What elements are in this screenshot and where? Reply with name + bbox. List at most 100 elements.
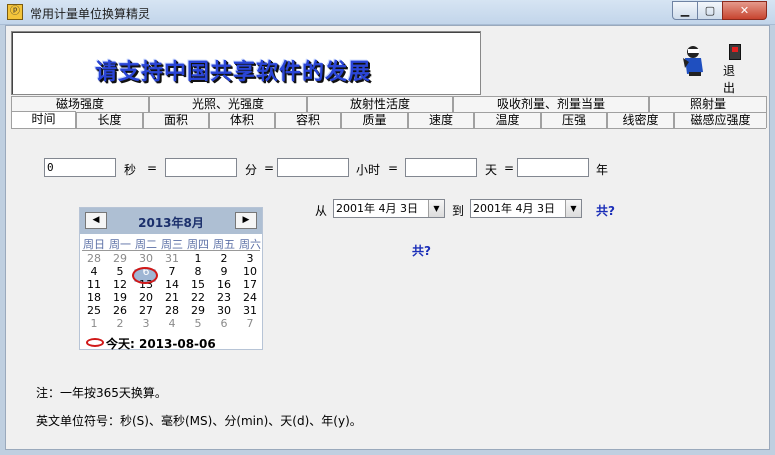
calendar-day[interactable]: 14 (159, 278, 185, 291)
tab-mass[interactable]: 质量 (341, 112, 408, 128)
calendar-day[interactable]: 5 (185, 317, 211, 330)
calendar-day[interactable]: 2 (211, 252, 237, 265)
from-label: 从 (315, 204, 328, 218)
tab-magnetic-field-strength[interactable]: 磁场强度 (11, 96, 149, 112)
tab-magnetic-induction[interactable]: 磁感应强度 (674, 112, 767, 128)
banner: 请支持中国共享软件的发展 (11, 31, 481, 95)
calendar-day[interactable]: 31 (237, 304, 263, 317)
calendar-day[interactable]: 2 (107, 317, 133, 330)
calendar-day[interactable]: 31 (159, 252, 185, 265)
weekday-divider (82, 250, 260, 251)
note-year-days: 注：一年按365天换算。 (36, 386, 167, 400)
calendar-day[interactable]: 9 (211, 265, 237, 278)
calendar-day[interactable]: 20 (133, 291, 159, 304)
from-date-picker[interactable]: 2001年 4月 3日 ▼ (333, 199, 445, 218)
next-month-button[interactable]: ▶ (235, 212, 257, 229)
seconds-input[interactable]: 0 (44, 158, 116, 177)
calendar-day[interactable]: 30 (133, 252, 159, 265)
tab-linear-density[interactable]: 线密度 (607, 112, 674, 128)
tab-pressure[interactable]: 压强 (541, 112, 607, 128)
calendar-day[interactable]: 17 (237, 278, 263, 291)
exit-door-icon (729, 44, 741, 60)
result-label: 共? (412, 244, 431, 258)
tab-illuminance[interactable]: 光照、光强度 (149, 96, 307, 112)
exit-button[interactable]: 退出 (678, 38, 741, 95)
calendar-day[interactable]: 29 (185, 304, 211, 317)
minutes-label: 分 (245, 163, 258, 177)
note-unit-symbols: 英文单位符号：秒(S)、毫秒(MS)、分(min)、天(d)、年(y)。 (36, 414, 362, 428)
close-button[interactable]: ✕ (722, 1, 767, 20)
calendar-day[interactable]: 15 (185, 278, 211, 291)
today-label[interactable]: 今天: 2013-08-06 (106, 335, 216, 352)
chevron-down-icon[interactable]: ▼ (428, 200, 444, 217)
to-date-picker[interactable]: 2001年 4月 3日 ▼ (470, 199, 582, 218)
equals-sign: = (504, 161, 515, 175)
hours-label: 小时 (356, 163, 381, 177)
calendar-day[interactable]: 6 (211, 317, 237, 330)
tab-panel-border (11, 128, 766, 129)
seconds-label: 秒 (124, 163, 137, 177)
title-bar: ⓟ 常用计量单位换算精灵 ▁ ▢ ✕ (0, 0, 775, 25)
maximize-button[interactable]: ▢ (697, 1, 723, 20)
total-days-link[interactable]: 共? (596, 202, 615, 219)
tab-temperature[interactable]: 温度 (474, 112, 541, 128)
calendar-day[interactable]: 4 (159, 317, 185, 330)
equals-sign: = (264, 161, 275, 175)
chevron-down-icon[interactable]: ▼ (565, 200, 581, 217)
tab-absorbed-dose[interactable]: 吸收剂量、剂量当量 (453, 96, 649, 112)
tab-volume[interactable]: 体积 (209, 112, 275, 128)
window-title: 常用计量单位换算精灵 (30, 7, 151, 21)
calendar-day[interactable]: 11 (81, 278, 107, 291)
tab-length[interactable]: 长度 (76, 112, 143, 128)
calendar-day[interactable]: 24 (237, 291, 263, 304)
calendar-day[interactable]: 21 (159, 291, 185, 304)
days-input[interactable] (405, 158, 477, 177)
calendar-day[interactable]: 26 (107, 304, 133, 317)
calendar-day[interactable]: 30 (211, 304, 237, 317)
minimize-button[interactable]: ▁ (672, 1, 698, 20)
years-label: 年 (596, 163, 609, 177)
tab-exposure[interactable]: 照射量 (649, 96, 767, 112)
selected-day-circle (132, 267, 158, 284)
calendar-day[interactable]: 10 (237, 265, 263, 278)
calendar-day[interactable]: 18 (81, 291, 107, 304)
tab-capacity[interactable]: 容积 (275, 112, 341, 128)
calendar-day[interactable]: 4 (81, 265, 107, 278)
app-icon: ⓟ (7, 4, 23, 20)
calendar-day[interactable]: 29 (107, 252, 133, 265)
tab-time[interactable]: 时间 (11, 111, 76, 129)
to-date-value: 2001年 4月 3日 (473, 202, 555, 215)
calendar-day[interactable]: 28 (81, 252, 107, 265)
days-label: 天 (485, 163, 498, 177)
window-client: 请支持中国共享软件的发展 退出 磁场强度 光照、光强度 放射性活度 吸收剂量、剂… (5, 25, 770, 450)
equals-sign: = (147, 161, 158, 175)
calendar-day[interactable]: 8 (185, 265, 211, 278)
hours-input[interactable] (277, 158, 349, 177)
years-input[interactable] (517, 158, 589, 177)
calendar-day[interactable]: 3 (237, 252, 263, 265)
calendar-day[interactable]: 12 (107, 278, 133, 291)
calendar: ◀ 2013年8月 ▶ 周日 周一 周二 周三 周四 周五 周六 28 29 30 31 1 2 3 4 5… (79, 207, 263, 352)
minutes-input[interactable] (165, 158, 237, 177)
calendar-day[interactable]: 5 (107, 265, 133, 278)
tab-area[interactable]: 面积 (143, 112, 209, 128)
mascot-icon (683, 46, 703, 76)
from-date-value: 2001年 4月 3日 (336, 202, 418, 215)
calendar-day[interactable]: 3 (133, 317, 159, 330)
equals-sign: = (388, 161, 399, 175)
tab-radioactivity[interactable]: 放射性活度 (307, 96, 453, 112)
calendar-day[interactable]: 16 (211, 278, 237, 291)
calendar-day[interactable]: 25 (81, 304, 107, 317)
calendar-day[interactable]: 19 (107, 291, 133, 304)
calendar-day[interactable]: 7 (159, 265, 185, 278)
calendar-day[interactable]: 22 (185, 291, 211, 304)
banner-text: 请支持中国共享软件的发展 (95, 60, 372, 85)
calendar-day[interactable]: 1 (81, 317, 107, 330)
calendar-day[interactable]: 23 (211, 291, 237, 304)
tab-speed[interactable]: 速度 (408, 112, 474, 128)
calendar-day[interactable]: 7 (237, 317, 263, 330)
calendar-day[interactable]: 28 (159, 304, 185, 317)
calendar-day[interactable]: 1 (185, 252, 211, 265)
exit-label: 退出 (723, 64, 736, 95)
calendar-day[interactable]: 27 (133, 304, 159, 317)
